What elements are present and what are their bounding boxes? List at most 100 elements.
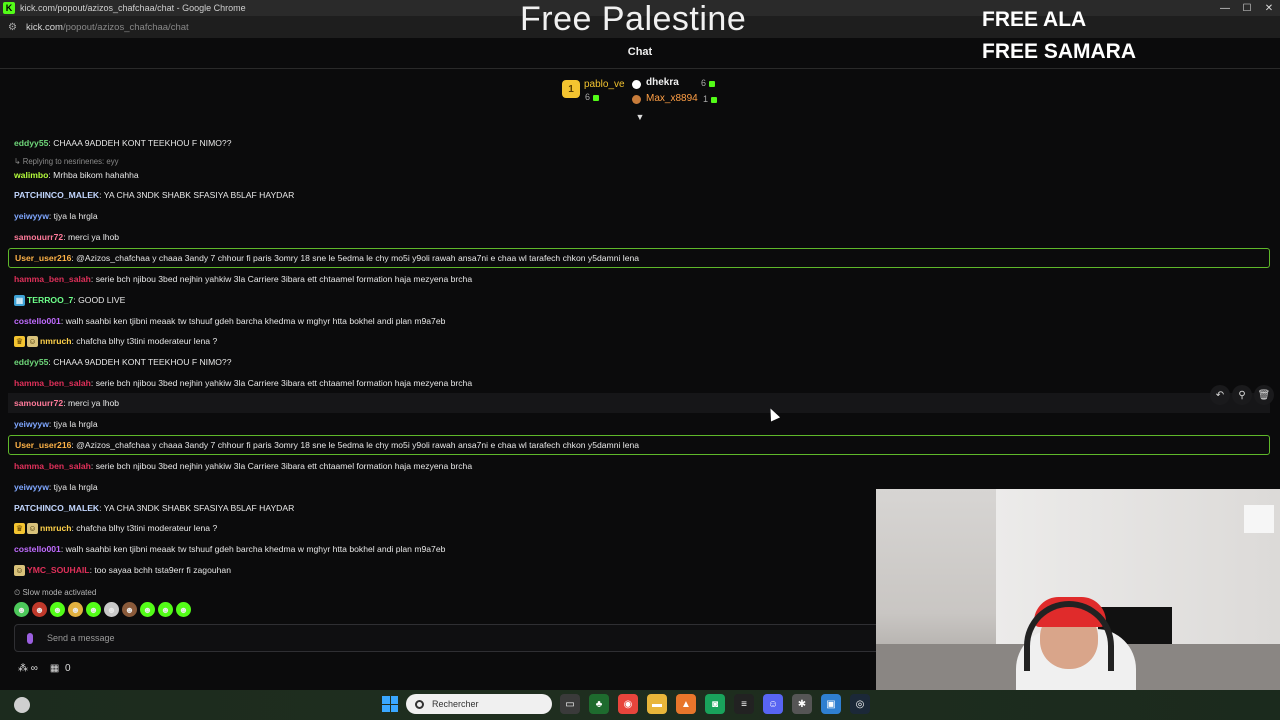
chrome-icon[interactable]: ◉ xyxy=(618,694,638,714)
pin-icon[interactable]: ⚲ xyxy=(1232,385,1252,405)
emote-icon[interactable]: ☻ xyxy=(86,602,101,617)
emote-icon[interactable]: ☻ xyxy=(158,602,173,617)
microphone-icon[interactable] xyxy=(27,632,33,644)
steam-icon[interactable]: ◎ xyxy=(850,694,870,714)
emote-icon[interactable]: ☻ xyxy=(32,602,47,617)
app-icon[interactable]: ▲ xyxy=(676,694,696,714)
emote-icon[interactable]: ☻ xyxy=(104,602,119,617)
chat-message[interactable]: hamma_ben_salah: serie bch njibou 3bed n… xyxy=(8,456,1270,476)
taskbar-search[interactable]: Rechercher xyxy=(406,694,552,714)
delete-icon[interactable]: 🗑 xyxy=(1254,385,1274,405)
reply-icon[interactable]: ↶ xyxy=(1210,385,1230,405)
kick-favicon-icon: K xyxy=(3,2,15,14)
chat-message[interactable]: eddyy55: CHAAA 9ADDEH KONT TEEKHOU F NIM… xyxy=(8,352,1270,372)
screen: K kick.com/popout/azizos_chafchaa/chat -… xyxy=(0,0,1280,720)
chat-username[interactable]: yeiwyyw xyxy=(14,419,49,429)
chat-message[interactable]: walimbo: Mrhba bikom hahahha xyxy=(8,165,1270,185)
chat-username[interactable]: yeiwyyw xyxy=(14,211,49,221)
chat-text: YA CHA 3NDK SHABK SFASIYA B5LAF HAYDAR xyxy=(103,503,295,513)
chat-username[interactable]: hamma_ben_salah xyxy=(14,274,91,284)
chat-username[interactable]: walimbo xyxy=(14,170,48,180)
chat-message[interactable]: eddyy55: CHAAA 9ADDEH KONT TEEKHOU F NIM… xyxy=(8,133,1270,153)
chat-message-highlighted[interactable]: User_user216: @Azizos_chafchaa y chaaa 3… xyxy=(8,248,1270,268)
app-icon[interactable]: ✱ xyxy=(792,694,812,714)
emote-icon[interactable]: ☻ xyxy=(68,602,83,617)
chat-username[interactable]: User_user216 xyxy=(15,253,71,263)
chat-message[interactable]: PATCHINCO_MALEK: YA CHA 3NDK SHABK SFASI… xyxy=(8,185,1270,205)
taskbar-search-label: Rechercher xyxy=(432,699,479,709)
gifter-1-count: 6 xyxy=(585,92,600,102)
rank-badge: 1 xyxy=(562,80,580,98)
chat-text: chafcha blhy t3tini moderateur lena ? xyxy=(76,523,218,533)
chat-username[interactable]: PATCHINCO_MALEK xyxy=(14,503,99,513)
chat-message[interactable]: hamma_ben_salah: serie bch njibou 3bed n… xyxy=(8,373,1270,393)
chat-text: serie bch njibou 3bed nejhin yahkiw 3la … xyxy=(95,378,473,388)
windows-start-icon[interactable] xyxy=(382,696,398,712)
chat-message-highlighted[interactable]: User_user216: @Azizos_chafchaa y chaaa 3… xyxy=(8,435,1270,455)
chat-username[interactable]: nmruch xyxy=(40,336,72,346)
chat-username[interactable]: costello001 xyxy=(14,544,61,554)
subscriber-badge-icon: ☺ xyxy=(27,336,38,348)
chat-username[interactable]: yeiwyyw xyxy=(14,482,49,492)
discord-icon[interactable]: ☺ xyxy=(763,694,783,714)
gifter-1-name[interactable]: pablo_ve xyxy=(584,79,625,90)
chat-username[interactable]: eddyy55 xyxy=(14,357,48,367)
chat-username[interactable]: hamma_ben_salah xyxy=(14,461,91,471)
emote-icon[interactable]: ☻ xyxy=(122,602,137,617)
gifter-2-name[interactable]: dhekra xyxy=(646,77,679,88)
widgets-icon[interactable] xyxy=(14,697,30,713)
chat-text: too sayaa bchh tsta9err fi zagouhan xyxy=(94,565,231,575)
chat-message[interactable]: yeiwyyw: tjya la hrgla xyxy=(8,206,1270,226)
chat-message-hovered[interactable]: samouurr72: merci ya lhob xyxy=(8,393,1270,413)
chat-message[interactable]: ▦ TERROO_7: GOOD LIVE xyxy=(8,290,1270,310)
taskbar-apps: ▭ ♣ ◉ ▬ ▲ ◙ ≡ ☺ ✱ ▣ ◎ xyxy=(560,694,870,714)
chat-text: Mrhba bikom hahahha xyxy=(53,170,139,180)
chat-message[interactable]: ♛ ☺ nmruch: chafcha blhy t3tini moderateur… xyxy=(8,331,1270,351)
chat-message[interactable]: samouurr72: merci ya lhob xyxy=(8,227,1270,247)
chat-text: walh saahbi ken tjibni meaak tw tshuuf g… xyxy=(65,544,446,554)
chat-message[interactable]: yeiwyyw: tjya la hrgla xyxy=(8,414,1270,434)
app-icon[interactable]: ♣ xyxy=(589,694,609,714)
gifter-badge-icon xyxy=(632,95,641,104)
chat-username[interactable]: hamma_ben_salah xyxy=(14,378,91,388)
minimize-icon[interactable]: — xyxy=(1214,0,1236,16)
url-path: /popout/azizos_chafchaa/chat xyxy=(62,21,189,33)
chat-username[interactable]: samouurr72 xyxy=(14,232,63,242)
chat-text: tjya la hrgla xyxy=(53,211,98,221)
emote-icon[interactable]: ☻ xyxy=(14,602,29,617)
chat-username[interactable]: samouurr72 xyxy=(14,398,63,408)
task-view-icon[interactable]: ▭ xyxy=(560,694,580,714)
chat-message[interactable]: hamma_ben_salah: serie bch njibou 3bed n… xyxy=(8,269,1270,289)
app-icon[interactable]: ≡ xyxy=(734,694,754,714)
chat-text: @Azizos_chafchaa y chaaa 3andy 7 chhour … xyxy=(76,253,640,263)
chat-text: CHAAA 9ADDEH KONT TEEKHOU F NIMO?? xyxy=(53,357,232,367)
emote-icon[interactable]: ☻ xyxy=(176,602,191,617)
store-button[interactable]: ▦ 0 xyxy=(50,663,71,674)
chat-username[interactable]: User_user216 xyxy=(15,440,71,450)
file-explorer-icon[interactable]: ▬ xyxy=(647,694,667,714)
photos-icon[interactable]: ▣ xyxy=(821,694,841,714)
slow-mode-text: Slow mode activated xyxy=(22,588,97,597)
gifter-3-name[interactable]: Max_x8894 xyxy=(646,93,698,104)
message-input[interactable] xyxy=(47,633,747,643)
message-input-box[interactable] xyxy=(14,624,884,652)
maximize-icon[interactable]: ☐ xyxy=(1236,0,1258,16)
chat-username[interactable]: costello001 xyxy=(14,316,61,326)
close-icon[interactable]: ✕ xyxy=(1258,0,1280,16)
chat-message[interactable]: costello001: walh saahbi ken tjibni meaa… xyxy=(8,311,1270,331)
share-infinity-icon[interactable]: ⁂ ∞ xyxy=(18,663,38,674)
chat-username[interactable]: PATCHINCO_MALEK xyxy=(14,190,99,200)
site-info-icon[interactable]: ⚙ xyxy=(8,22,18,33)
url-text[interactable]: kick.com/popout/azizos_chafchaa/chat xyxy=(26,22,189,33)
emote-icon[interactable]: ☻ xyxy=(50,602,65,617)
chat-text: tjya la hrgla xyxy=(53,482,98,492)
webcam-air-conditioner xyxy=(1244,505,1274,533)
header-divider xyxy=(0,68,1280,69)
emote-icon[interactable]: ☻ xyxy=(140,602,155,617)
app-icon[interactable]: ◙ xyxy=(705,694,725,714)
chat-username[interactable]: nmruch xyxy=(40,523,72,533)
gem-icon xyxy=(593,94,600,101)
chat-username[interactable]: eddyy55 xyxy=(14,138,48,148)
chat-username[interactable]: YMC_SOUHAIL xyxy=(27,565,90,575)
chat-username[interactable]: TERROO_7 xyxy=(27,295,73,305)
